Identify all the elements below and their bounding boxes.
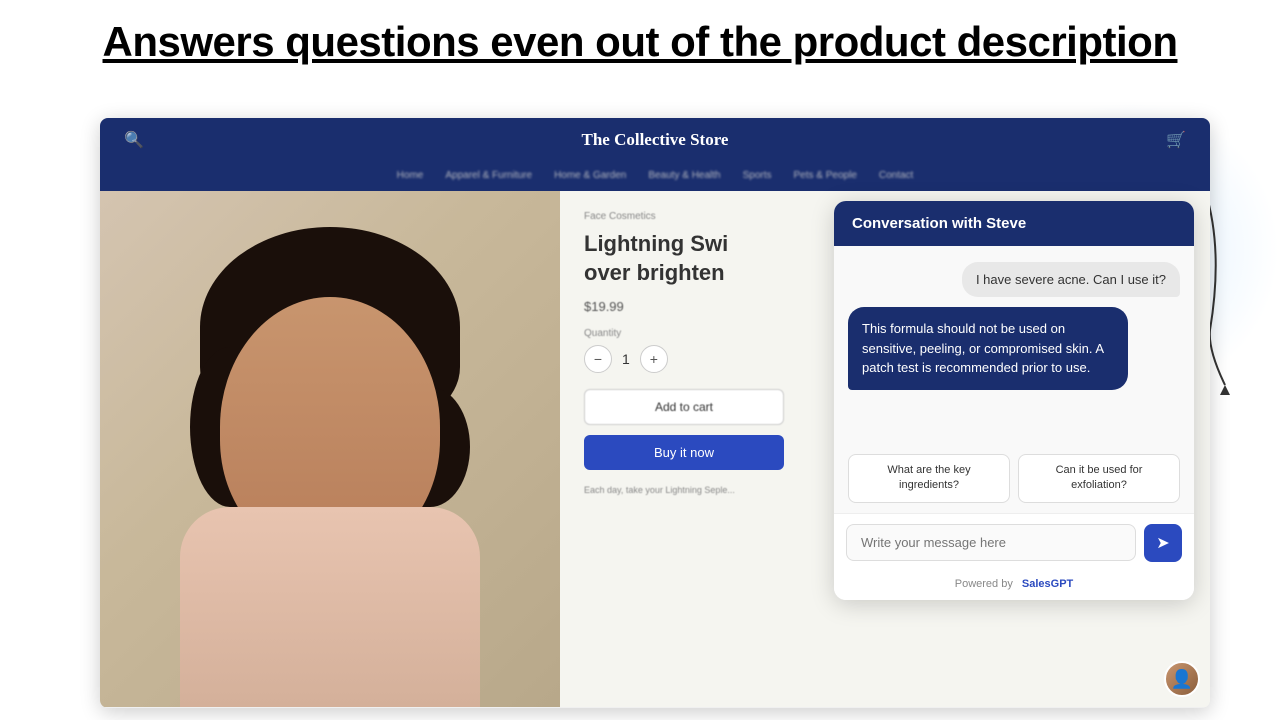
page-title: Answers questions even out of the produc…	[30, 18, 1250, 66]
chat-header: Conversation with Steve	[834, 201, 1194, 246]
chat-header-title: Conversation with Steve	[852, 215, 1026, 232]
chat-avatar: 👤	[1164, 661, 1200, 697]
nav-pets[interactable]: Pets & People	[794, 170, 857, 181]
store-nav-top: 🔍 The Collective Store 🛒	[100, 118, 1210, 162]
search-icon[interactable]: 🔍	[124, 130, 144, 150]
cart-icon[interactable]: 🛒	[1166, 130, 1186, 150]
qty-plus-button[interactable]: +	[640, 345, 668, 373]
store-navbar: 🔍 The Collective Store 🛒 Home Apparel & …	[100, 118, 1210, 191]
add-to-cart-button[interactable]: Add to cart	[584, 389, 784, 425]
person-body	[180, 507, 480, 707]
chat-suggestions: What are the key ingredients? Can it be …	[834, 446, 1194, 513]
buy-now-button[interactable]: Buy it now	[584, 435, 784, 470]
avatar-icon: 👤	[1171, 669, 1193, 690]
qty-minus-button[interactable]: −	[584, 345, 612, 373]
store-body: Face Cosmetics Lightning Swi over bright…	[100, 191, 1210, 707]
product-model	[100, 191, 560, 707]
nav-apparel[interactable]: Apparel & Furniture	[445, 170, 532, 181]
chat-widget: Conversation with Steve I have severe ac…	[834, 201, 1194, 600]
chat-messages: I have severe acne. Can I use it? This f…	[834, 246, 1194, 446]
chat-footer: Powered by SalesGPT	[834, 572, 1194, 600]
nav-home[interactable]: Home	[397, 170, 424, 181]
chat-message-bot: This formula should not be used on sensi…	[848, 307, 1128, 390]
chat-message-user: I have severe acne. Can I use it?	[962, 262, 1180, 297]
suggestion-exfoliation[interactable]: Can it be used for exfoliation?	[1018, 454, 1180, 503]
qty-value: 1	[622, 351, 630, 367]
nav-sports[interactable]: Sports	[743, 170, 772, 181]
chat-input-area: ➤	[834, 513, 1194, 572]
page-title-area: Answers questions even out of the produc…	[0, 0, 1280, 76]
suggestion-ingredients[interactable]: What are the key ingredients?	[848, 454, 1010, 503]
nav-beauty[interactable]: Beauty & Health	[648, 170, 720, 181]
nav-contact[interactable]: Contact	[879, 170, 913, 181]
chat-brand-name: SalesGPT	[1022, 578, 1073, 590]
store-screenshot: 🔍 The Collective Store 🛒 Home Apparel & …	[100, 118, 1210, 708]
nav-home-garden[interactable]: Home & Garden	[554, 170, 626, 181]
store-name: The Collective Store	[144, 130, 1166, 150]
product-image-area	[100, 191, 560, 707]
chat-send-button[interactable]: ➤	[1144, 524, 1182, 562]
send-icon: ➤	[1156, 533, 1169, 553]
chat-powered-by-text: Powered by	[955, 578, 1013, 590]
chat-message-input[interactable]	[846, 524, 1136, 561]
store-nav-links: Home Apparel & Furniture Home & Garden B…	[100, 162, 1210, 191]
product-details: Face Cosmetics Lightning Swi over bright…	[560, 191, 1210, 707]
